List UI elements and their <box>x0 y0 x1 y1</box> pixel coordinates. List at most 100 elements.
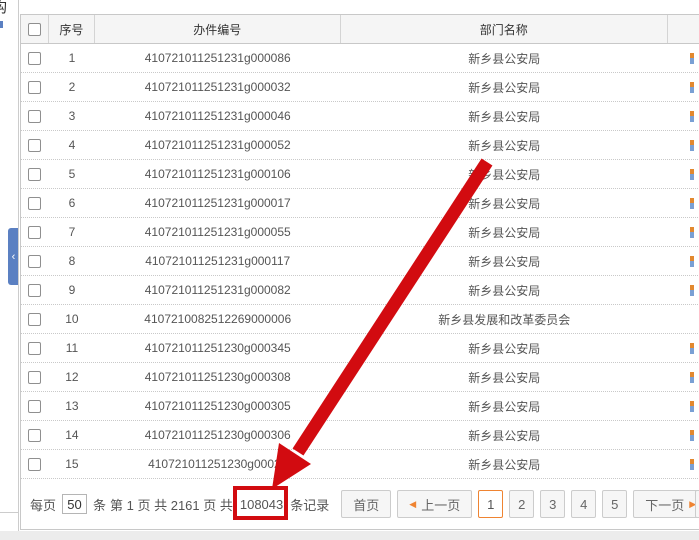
row-checkbox-cell <box>21 363 49 391</box>
clipped-status-glyph <box>690 401 694 412</box>
table-body: 1 410721011251231g000086 新乡县公安局 2 410721… <box>21 44 699 479</box>
row-checkbox[interactable] <box>28 110 41 123</box>
row-checkbox-cell <box>21 73 49 101</box>
clipped-status-glyph <box>690 82 694 93</box>
row-checkbox-cell <box>21 44 49 72</box>
row-checkbox[interactable] <box>28 81 41 94</box>
row-checkbox-cell <box>21 160 49 188</box>
clipped-status-glyph <box>690 430 694 441</box>
clipped-cell <box>668 102 699 130</box>
clipped-status-glyph <box>690 198 694 209</box>
select-all-checkbox[interactable] <box>28 23 41 36</box>
row-dept-name: 新乡县公安局 <box>341 44 669 72</box>
column-header-seq: 序号 <box>49 15 95 43</box>
row-seq-number: 7 <box>49 218 95 246</box>
row-seq-number: 12 <box>49 363 95 391</box>
row-dept-name: 新乡县公安局 <box>341 276 669 304</box>
clipped-cell <box>668 247 699 275</box>
page-number-group: 12345 <box>472 490 627 518</box>
clipped-status-glyph <box>690 111 694 122</box>
row-checkbox[interactable] <box>28 139 41 152</box>
row-checkbox-cell <box>21 392 49 420</box>
table-row: 7 410721011251231g000055 新乡县公安局 <box>21 218 699 247</box>
clipped-link-fragment <box>0 21 3 28</box>
row-checkbox[interactable] <box>28 313 41 326</box>
row-doc-number: 410721011251230g00026 <box>95 450 341 478</box>
row-seq-number: 13 <box>49 392 95 420</box>
row-seq-number: 5 <box>49 160 95 188</box>
clipped-cell <box>668 73 699 101</box>
row-checkbox-cell <box>21 131 49 159</box>
clipped-cell <box>668 44 699 72</box>
row-checkbox-cell <box>21 276 49 304</box>
page-number-button[interactable]: 1 <box>478 490 503 518</box>
table-row: 15 410721011251230g00026 新乡县公安局 <box>21 450 699 479</box>
first-page-button[interactable]: 首页 <box>341 490 391 518</box>
row-checkbox[interactable] <box>28 458 41 471</box>
row-checkbox[interactable] <box>28 342 41 355</box>
page-number-button[interactable]: 3 <box>540 490 565 518</box>
last-page-button-clipped[interactable] <box>695 490 699 518</box>
row-checkbox[interactable] <box>28 52 41 65</box>
row-doc-number: 410721011251230g000308 <box>95 363 341 391</box>
row-dept-name: 新乡县公安局 <box>341 131 669 159</box>
table-row: 4 410721011251231g000052 新乡县公安局 <box>21 131 699 160</box>
prev-arrow-icon: ◀ <box>409 499 416 510</box>
table-header-row: 序号 办件编号 部门名称 <box>21 14 699 44</box>
row-seq-number: 4 <box>49 131 95 159</box>
clipped-status-glyph <box>690 256 694 267</box>
clipped-status-glyph <box>690 140 694 151</box>
row-dept-name: 新乡县公安局 <box>341 189 669 217</box>
total-records-wrap: 108043 <box>240 497 283 512</box>
row-checkbox[interactable] <box>28 371 41 384</box>
table-row: 5 410721011251231g000106 新乡县公安局 <box>21 160 699 189</box>
clipped-status-glyph <box>690 343 694 354</box>
row-doc-number: 410721011251231g000086 <box>95 44 341 72</box>
row-dept-name: 新乡县公安局 <box>341 392 669 420</box>
row-dept-name: 新乡县公安局 <box>341 218 669 246</box>
prev-page-button[interactable]: ◀ 上一页 <box>397 490 472 518</box>
row-doc-number: 410721011251230g000345 <box>95 334 341 362</box>
next-page-button[interactable]: 下一页 ▶ <box>633 490 699 518</box>
row-seq-number: 15 <box>49 450 95 478</box>
per-page-input[interactable] <box>62 494 87 514</box>
per-page-unit: 条 <box>93 495 106 514</box>
page-number-button[interactable]: 2 <box>509 490 534 518</box>
collapsed-sidebar: 构 ‹ <box>0 0 19 540</box>
page-number-button[interactable]: 4 <box>571 490 596 518</box>
row-checkbox[interactable] <box>28 197 41 210</box>
row-checkbox[interactable] <box>28 429 41 442</box>
clipped-column-header <box>668 15 699 43</box>
table-row: 12 410721011251230g000308 新乡县公安局 <box>21 363 699 392</box>
row-dept-name: 新乡县公安局 <box>341 102 669 130</box>
sidebar-divider-line <box>0 512 18 513</box>
row-doc-number: 410721011251231g000046 <box>95 102 341 130</box>
clipped-cell <box>668 160 699 188</box>
header-checkbox-cell <box>21 15 49 43</box>
row-checkbox[interactable] <box>28 255 41 268</box>
row-dept-name: 新乡县公安局 <box>341 363 669 391</box>
per-page-label: 每页 <box>30 495 56 514</box>
row-checkbox[interactable] <box>28 168 41 181</box>
row-checkbox-cell <box>21 247 49 275</box>
page-info-text: 第 1 页 共 2161 页 共 <box>110 495 233 514</box>
row-doc-number: 410721011251231g000106 <box>95 160 341 188</box>
row-checkbox-cell <box>21 450 49 478</box>
table-row: 9 410721011251231g000082 新乡县公安局 <box>21 276 699 305</box>
row-doc-number: 410721011251231g000017 <box>95 189 341 217</box>
row-seq-number: 9 <box>49 276 95 304</box>
clipped-status-glyph <box>690 285 694 296</box>
clipped-status-glyph <box>690 169 694 180</box>
row-checkbox[interactable] <box>28 400 41 413</box>
table-row: 8 410721011251231g000117 新乡县公安局 <box>21 247 699 276</box>
page-number-button[interactable]: 5 <box>602 490 627 518</box>
table-row: 3 410721011251231g000046 新乡县公安局 <box>21 102 699 131</box>
row-checkbox-cell <box>21 218 49 246</box>
clipped-cell <box>668 218 699 246</box>
row-checkbox[interactable] <box>28 226 41 239</box>
clipped-sidebar-text: 构 <box>0 0 7 17</box>
row-doc-number: 410721011251230g000306 <box>95 421 341 449</box>
row-checkbox[interactable] <box>28 284 41 297</box>
row-doc-number: 410721011251231g000082 <box>95 276 341 304</box>
row-dept-name: 新乡县公安局 <box>341 247 669 275</box>
